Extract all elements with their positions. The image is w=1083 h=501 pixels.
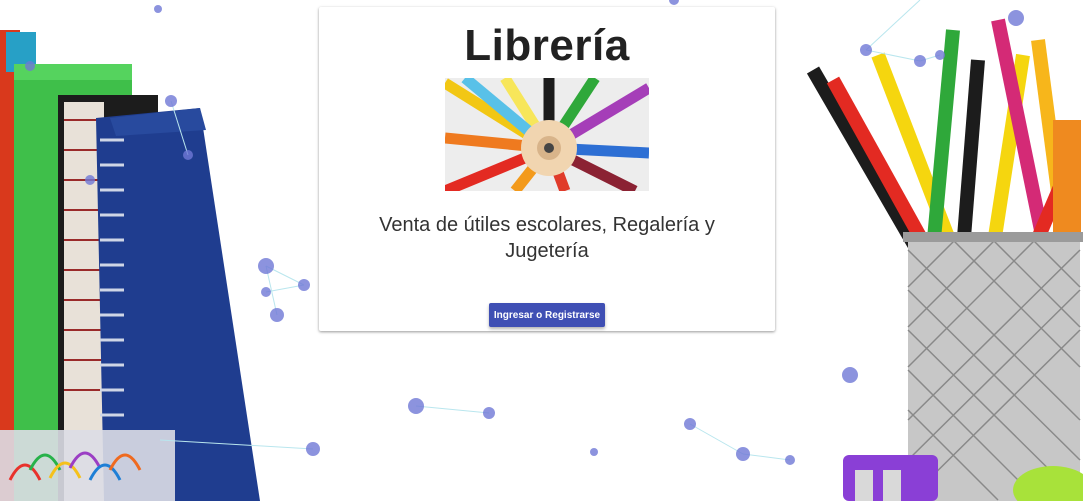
colored-pencils-image bbox=[445, 78, 649, 191]
pencil-cup-illustration bbox=[806, 18, 1083, 501]
login-register-button[interactable]: Ingresar o Registrarse bbox=[489, 303, 605, 327]
welcome-card: Librería Venta de útiles escolares, Rega… bbox=[319, 7, 775, 331]
page-title: Librería bbox=[464, 21, 630, 70]
books-illustration bbox=[0, 30, 260, 501]
card-subtitle: Venta de útiles escolares, Regalería y J… bbox=[379, 214, 715, 262]
